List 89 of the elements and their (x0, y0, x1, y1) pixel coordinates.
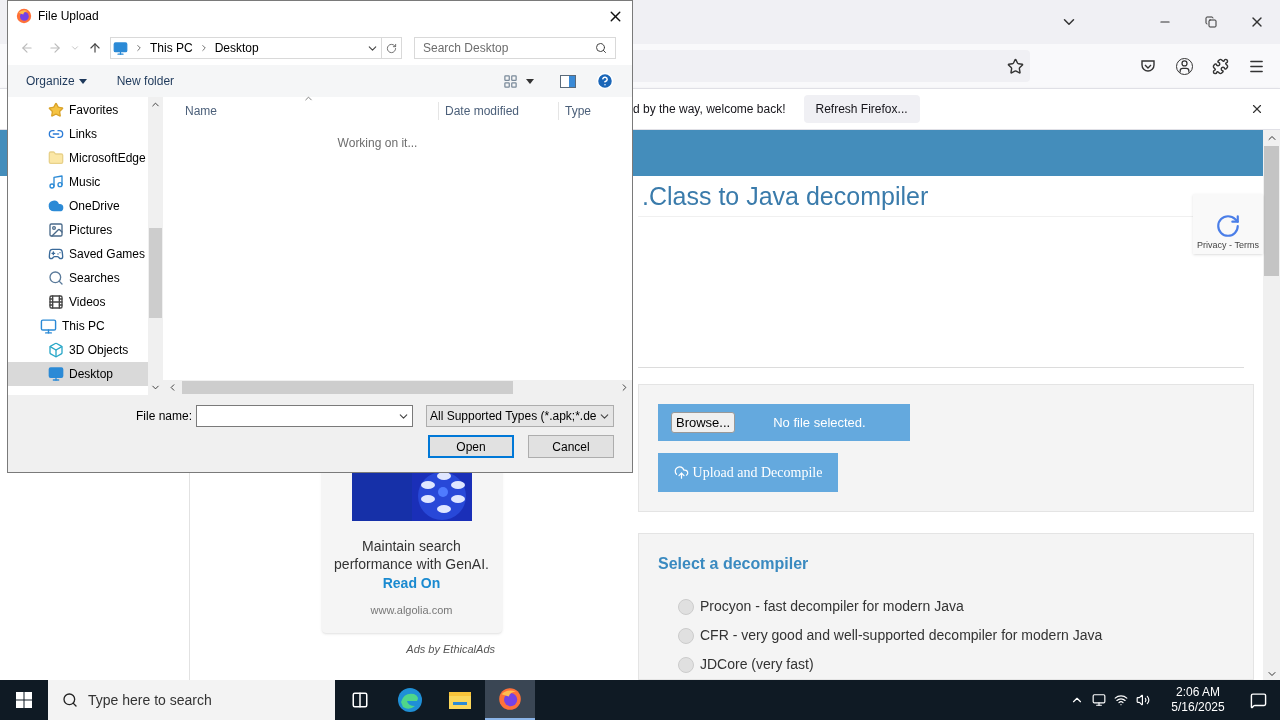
monitor-icon (48, 366, 64, 382)
gamepad-icon (48, 246, 64, 262)
view-options-icon[interactable] (503, 73, 518, 89)
nav-item[interactable]: Favorites (8, 98, 148, 122)
cloud-upload-icon (673, 465, 689, 480)
caret-icon (78, 78, 87, 84)
network-icon[interactable] (1114, 693, 1128, 707)
folder-icon (448, 690, 472, 710)
preview-pane-icon[interactable] (560, 74, 576, 88)
file-type-select[interactable]: All Supported Types (*.apk;*.de (426, 405, 614, 427)
recaptcha-icon (1215, 212, 1241, 239)
nav-item[interactable]: Videos (8, 290, 148, 314)
address-bar[interactable]: This PC Desktop (110, 37, 402, 59)
task-view-icon (351, 691, 369, 709)
folder-icon (48, 150, 64, 166)
column-header[interactable]: Type (559, 102, 591, 120)
volume-icon[interactable] (1136, 693, 1150, 707)
file-status: No file selected. (773, 413, 866, 432)
file-name-label: File name: (135, 408, 192, 425)
nav-item[interactable]: This PC (8, 314, 148, 338)
decompiler-heading: Select a decompiler (658, 555, 809, 572)
scrollbar-thumb[interactable] (1264, 146, 1279, 276)
breadcrumb-separator-icon (134, 43, 144, 53)
radio-label: CFR - very good and well-supported decompiler for modern Java (700, 626, 1103, 645)
scrollbar-thumb[interactable] (149, 228, 162, 318)
windows-logo-icon[interactable] (16, 692, 32, 708)
radio-label: JDCore (very fast) (700, 655, 814, 674)
clock[interactable]: 2:06 AM 5/16/2025 (1160, 685, 1236, 715)
recaptcha-links[interactable]: Privacy - Terms (1197, 238, 1259, 252)
monitor-icon (113, 40, 128, 56)
dialog-button[interactable]: Open (428, 435, 514, 458)
notifications-icon[interactable] (1249, 691, 1267, 709)
nav-item[interactable]: Searches (8, 266, 148, 290)
nav-item[interactable]: Saved Games (8, 242, 148, 266)
picture-icon (48, 222, 64, 238)
loading-status: Working on it... (337, 135, 418, 152)
radio-button[interactable] (678, 656, 694, 673)
refresh-firefox-button[interactable]: Refresh Firefox... (803, 95, 920, 123)
nav-item[interactable]: Music (8, 170, 148, 194)
restore-icon[interactable] (1205, 16, 1217, 28)
close-icon[interactable] (1250, 102, 1264, 116)
up-icon[interactable] (88, 41, 102, 55)
magnifier-icon (48, 270, 64, 286)
refresh-icon[interactable] (386, 42, 397, 54)
page-title: .Class to Java decompiler (642, 181, 929, 213)
monitor-icon (40, 317, 57, 335)
dialog-button[interactable]: Cancel (528, 435, 614, 458)
ad-text: Maintain search performance with GenAI. (333, 537, 490, 573)
film-icon (48, 294, 64, 310)
nav-item[interactable]: MicrosoftEdge (8, 146, 148, 170)
music-note-icon (48, 174, 64, 190)
taskbar-search-field[interactable]: Type here to search (48, 680, 335, 720)
radio-button[interactable] (678, 627, 694, 644)
dialog-title: File Upload (38, 8, 99, 25)
nav-item[interactable]: Links (8, 122, 148, 146)
cube-icon (48, 342, 64, 358)
help-icon[interactable] (596, 72, 614, 90)
radio-button[interactable] (678, 598, 694, 615)
file-input[interactable]: Browse... No file selected. (658, 404, 910, 441)
star-icon (48, 102, 64, 118)
bookmark-star-icon[interactable] (1007, 57, 1024, 75)
browse-button[interactable]: Browse... (671, 412, 736, 433)
notification-message: d by the way, welcome back! (633, 101, 786, 118)
breadcrumb-item[interactable]: Desktop (214, 39, 259, 57)
nav-item[interactable]: Pictures (8, 218, 148, 242)
column-header[interactable]: Date modified (439, 102, 559, 120)
search-icon (595, 42, 607, 54)
extensions-icon[interactable] (1211, 57, 1229, 75)
edge-icon (397, 687, 423, 713)
organize-menu[interactable]: Organize (26, 72, 87, 90)
search-icon (62, 692, 78, 708)
scrollbar-thumb[interactable] (182, 381, 513, 394)
new-folder-button[interactable]: New folder (116, 72, 175, 90)
firefox-icon (498, 687, 522, 711)
cloud-icon (48, 198, 64, 214)
radio-label: Procyon - fast decompiler for modern Java (700, 597, 964, 616)
nav-item[interactable]: 3D Objects (8, 338, 148, 362)
nav-item[interactable]: OneDrive (8, 194, 148, 218)
ad-domain: www.algolia.com (370, 603, 453, 618)
caret-icon[interactable] (526, 78, 534, 84)
nav-item[interactable]: Desktop (8, 362, 148, 386)
firefox-icon (16, 8, 32, 24)
ad-credit: Ads by EthicalAds (406, 641, 495, 657)
file-name-field[interactable] (196, 405, 413, 427)
pocket-icon[interactable] (1140, 57, 1156, 74)
search-field[interactable]: Search Desktop (414, 37, 616, 59)
device-icon[interactable] (1092, 693, 1106, 707)
column-header[interactable]: Name (163, 102, 439, 120)
breadcrumb-item[interactable]: This PC (150, 39, 193, 57)
